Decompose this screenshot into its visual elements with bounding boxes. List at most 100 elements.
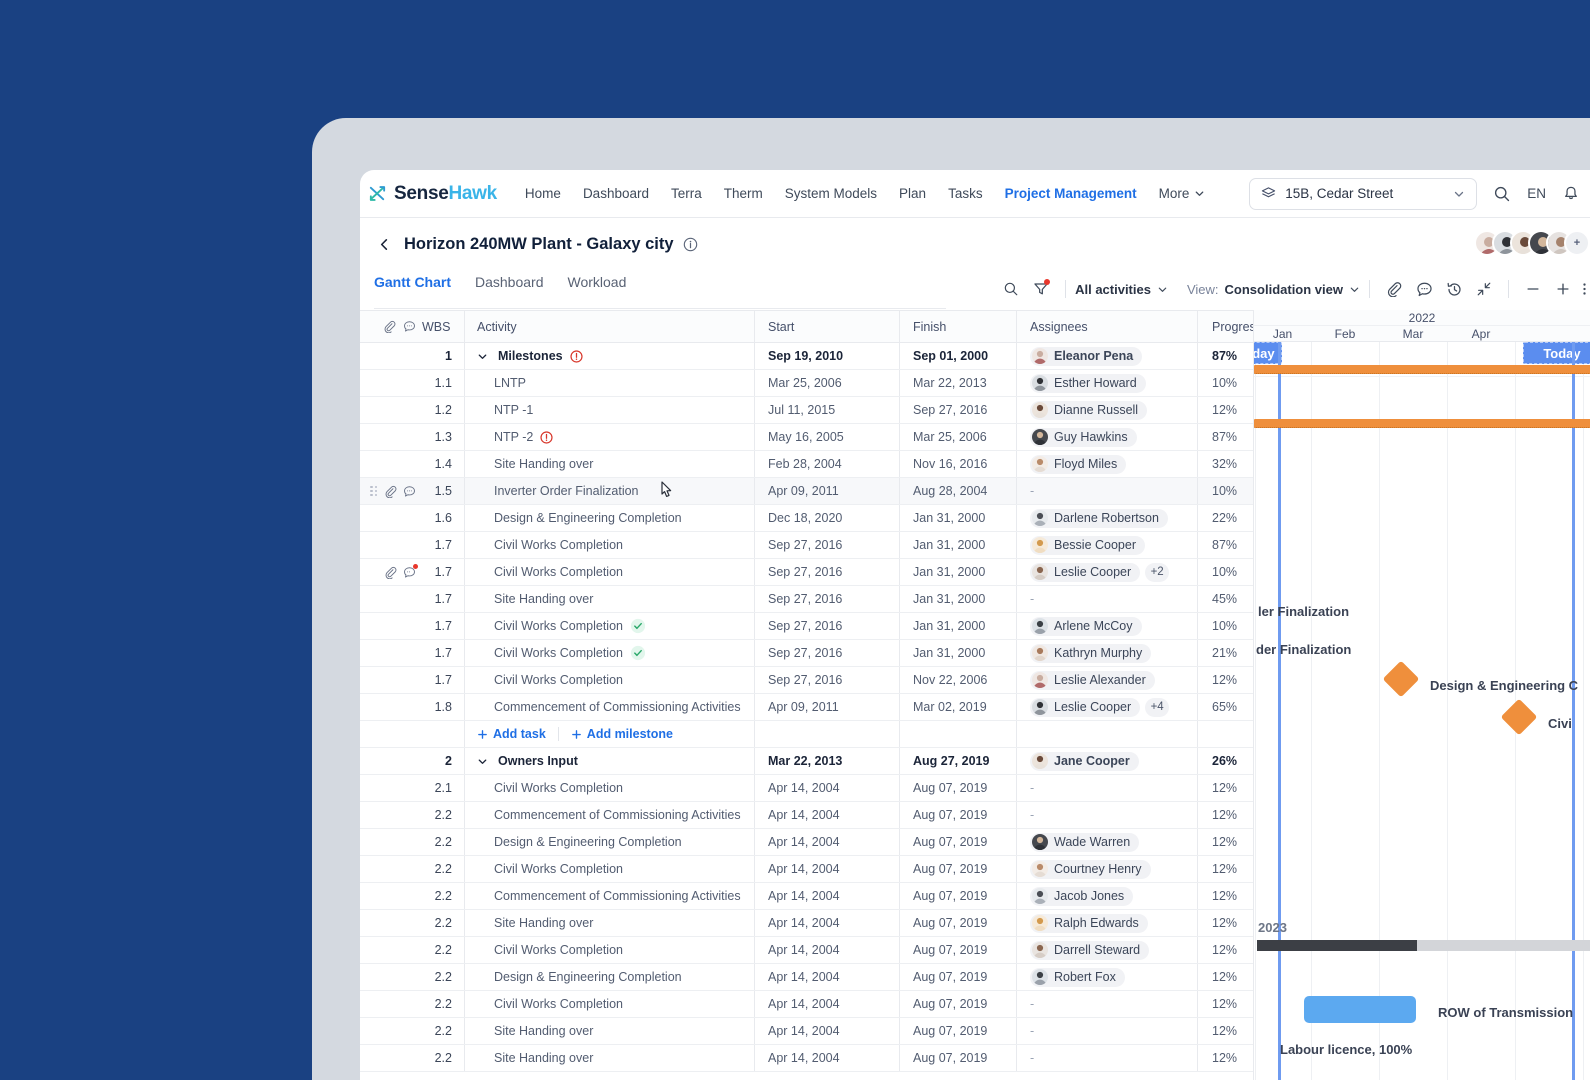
- table-row[interactable]: 2 Owners Input Mar 22, 2013 Aug 27, 2019 Jan…: [360, 748, 1253, 775]
- row-assignees[interactable]: Darrell Steward: [1016, 937, 1197, 963]
- row-progress[interactable]: 12%: [1197, 937, 1253, 963]
- row-activity[interactable]: Commencement of Commissioning Activities: [464, 694, 754, 720]
- row-finish-date[interactable]: Jan 31, 2000: [899, 532, 1016, 558]
- table-row[interactable]: 1.7 Civil Works Completion Sep 27, 2016 Nov…: [360, 667, 1253, 694]
- row-progress[interactable]: 12%: [1197, 802, 1253, 828]
- row-activity[interactable]: Owners Input: [464, 748, 754, 774]
- assignee-chip[interactable]: Leslie Cooper: [1030, 562, 1141, 582]
- assignee-chip[interactable]: Bessie Cooper: [1030, 535, 1145, 555]
- row-assignees[interactable]: Jacob Jones: [1016, 883, 1197, 909]
- avatar-overflow[interactable]: +: [1564, 230, 1590, 256]
- row-activity[interactable]: Civil Works Completion: [464, 640, 754, 666]
- assignee-chip[interactable]: Kathryn Murphy: [1030, 643, 1152, 663]
- row-assignees[interactable]: Guy Hawkins: [1016, 424, 1197, 450]
- row-progress[interactable]: 12%: [1197, 397, 1253, 423]
- row-start-date[interactable]: Apr 14, 2004: [754, 937, 899, 963]
- gantt-milestone-diamond[interactable]: [1500, 698, 1538, 736]
- row-progress[interactable]: 10%: [1197, 370, 1253, 396]
- row-progress[interactable]: 12%: [1197, 775, 1253, 801]
- row-finish-date[interactable]: Jan 31, 2000: [899, 613, 1016, 639]
- gantt-bar-summary[interactable]: [1254, 365, 1590, 374]
- assignee-chip[interactable]: Esther Howard: [1030, 373, 1146, 393]
- row-start-date[interactable]: Sep 27, 2016: [754, 586, 899, 612]
- row-assignees[interactable]: Esther Howard: [1016, 370, 1197, 396]
- row-finish-date[interactable]: Aug 28, 2004: [899, 478, 1016, 504]
- collapse-icon[interactable]: [1469, 274, 1499, 304]
- back-button[interactable]: [374, 234, 394, 254]
- row-progress[interactable]: 10%: [1197, 478, 1253, 504]
- row-start-date[interactable]: Apr 09, 2011: [754, 478, 899, 504]
- table-row[interactable]: 2.2 Commencement of Commissioning Activit…: [360, 802, 1253, 829]
- row-assignees[interactable]: -: [1016, 586, 1197, 612]
- row-finish-date[interactable]: Aug 07, 2019: [899, 991, 1016, 1017]
- nav-project-management[interactable]: Project Management: [1005, 186, 1137, 201]
- row-assignees[interactable]: Floyd Miles: [1016, 451, 1197, 477]
- info-icon[interactable]: [683, 237, 698, 252]
- table-row[interactable]: 2.2 Commencement of Commissioning Activit…: [360, 883, 1253, 910]
- row-start-date[interactable]: Sep 19, 2010: [754, 343, 899, 369]
- nav-home[interactable]: Home: [525, 186, 561, 201]
- table-row[interactable]: 2.2 Civil Works Completion Apr 14, 2004 Aug…: [360, 991, 1253, 1018]
- row-start-date[interactable]: May 16, 2005: [754, 424, 899, 450]
- row-finish-date[interactable]: Nov 22, 2006: [899, 667, 1016, 693]
- row-activity[interactable]: Commencement of Commissioning Activities: [464, 802, 754, 828]
- view-dropdown[interactable]: View: Consolidation view: [1187, 282, 1360, 297]
- row-progress[interactable]: 12%: [1197, 883, 1253, 909]
- row-finish-date[interactable]: Jan 31, 2000: [899, 559, 1016, 585]
- nav-system-models[interactable]: System Models: [785, 186, 877, 201]
- row-progress[interactable]: 22%: [1197, 505, 1253, 531]
- assignee-chip[interactable]: Jacob Jones: [1030, 886, 1134, 906]
- assignee-overflow-count[interactable]: +2: [1145, 562, 1170, 582]
- row-progress[interactable]: 12%: [1197, 856, 1253, 882]
- row-finish-date[interactable]: Aug 27, 2019: [899, 748, 1016, 774]
- paperclip-icon[interactable]: [384, 566, 397, 579]
- assignee-chip[interactable]: Leslie Alexander: [1030, 670, 1155, 690]
- row-activity[interactable]: LNTP: [464, 370, 754, 396]
- row-activity[interactable]: Design & Engineering Completion: [464, 964, 754, 990]
- row-finish-date[interactable]: Jan 31, 2000: [899, 586, 1016, 612]
- row-assignees[interactable]: Arlene McCoy: [1016, 613, 1197, 639]
- row-progress[interactable]: 45%: [1197, 586, 1253, 612]
- alert-icon[interactable]: [540, 430, 553, 444]
- row-start-date[interactable]: Apr 14, 2004: [754, 883, 899, 909]
- row-start-date[interactable]: Apr 14, 2004: [754, 1045, 899, 1071]
- table-row[interactable]: 1.7 Civil Works Completion Sep 27, 2016 Jan…: [360, 532, 1253, 559]
- table-row[interactable]: 1.7 Civil Works Completion Sep 27, 2016 Jan…: [360, 613, 1253, 640]
- activities-filter-dropdown[interactable]: All activities: [1075, 282, 1168, 297]
- nav-therm[interactable]: Therm: [724, 186, 763, 201]
- row-activity[interactable]: Civil Works Completion: [464, 775, 754, 801]
- nav-dashboard[interactable]: Dashboard: [583, 186, 649, 201]
- table-row[interactable]: 1.8 Commencement of Commissioning Activit…: [360, 694, 1253, 721]
- gantt-bar-summary[interactable]: [1254, 419, 1590, 428]
- row-activity[interactable]: Civil Works Completion: [464, 613, 754, 639]
- row-finish-date[interactable]: Mar 22, 2013: [899, 370, 1016, 396]
- row-activity[interactable]: Site Handing over: [464, 1018, 754, 1044]
- row-assignees[interactable]: -: [1016, 775, 1197, 801]
- row-start-date[interactable]: Jul 11, 2015: [754, 397, 899, 423]
- column-header-activity[interactable]: Activity: [464, 311, 754, 342]
- row-assignees[interactable]: -: [1016, 991, 1197, 1017]
- row-finish-date[interactable]: Aug 07, 2019: [899, 964, 1016, 990]
- row-activity[interactable]: Civil Works Completion: [464, 856, 754, 882]
- row-assignees[interactable]: Ralph Edwards: [1016, 910, 1197, 936]
- row-assignees[interactable]: Robert Fox: [1016, 964, 1197, 990]
- row-finish-date[interactable]: Aug 07, 2019: [899, 829, 1016, 855]
- add-milestone-button[interactable]: Add milestone: [571, 727, 673, 741]
- column-header-progress[interactable]: Progress: [1197, 311, 1262, 342]
- row-activity[interactable]: Civil Works Completion: [464, 937, 754, 963]
- table-row[interactable]: 2.2 Design & Engineering Completion Apr 14…: [360, 964, 1253, 991]
- assignee-chip[interactable]: Wade Warren: [1030, 832, 1140, 852]
- table-row[interactable]: 1.7 Site Handing over Sep 27, 2016 Jan 31, …: [360, 586, 1253, 613]
- row-activity[interactable]: Inverter Order Finalization: [464, 478, 754, 504]
- row-start-date[interactable]: Apr 14, 2004: [754, 964, 899, 990]
- tab-workload[interactable]: Workload: [568, 270, 627, 310]
- row-assignees[interactable]: Darlene Robertson: [1016, 505, 1197, 531]
- more-vertical-icon[interactable]: [1578, 274, 1590, 304]
- row-finish-date[interactable]: Sep 01, 2000: [899, 343, 1016, 369]
- zoom-in-button[interactable]: [1548, 274, 1578, 304]
- row-assignees[interactable]: Leslie Cooper +4: [1016, 694, 1197, 720]
- assignee-overflow-count[interactable]: +4: [1145, 697, 1170, 717]
- row-progress[interactable]: 65%: [1197, 694, 1253, 720]
- row-assignees[interactable]: -: [1016, 478, 1197, 504]
- table-row[interactable]: 2.2 Site Handing over Apr 14, 2004 Aug 07, …: [360, 1045, 1253, 1072]
